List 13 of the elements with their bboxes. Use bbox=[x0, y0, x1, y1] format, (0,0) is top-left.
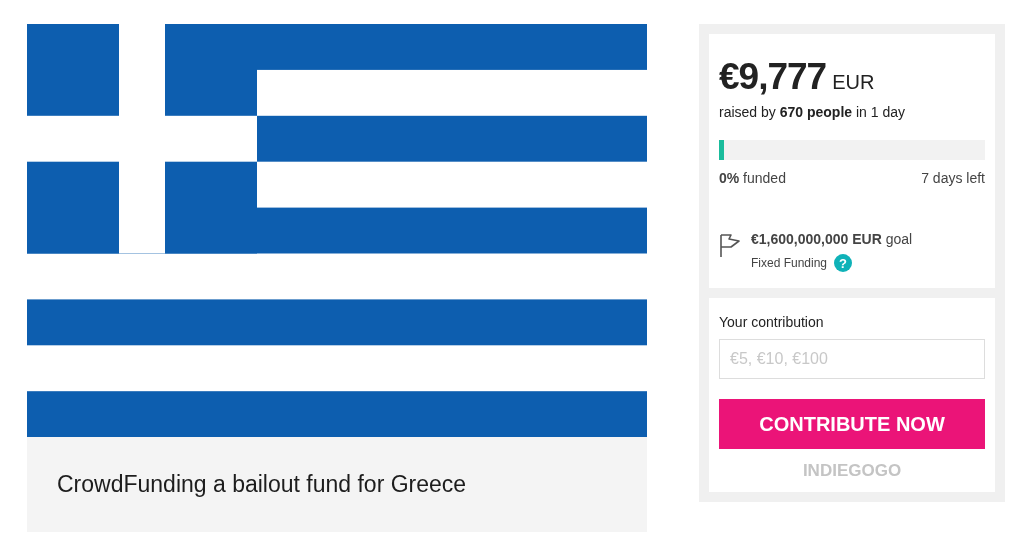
funded-percent: 0% funded bbox=[719, 170, 786, 186]
contribute-button[interactable]: CONTRIBUTE NOW bbox=[719, 399, 985, 449]
brand-logo: INDIEGOGO bbox=[802, 461, 902, 481]
campaign-title: CrowdFunding a bailout fund for Greece bbox=[57, 471, 467, 498]
contribution-label: Your contribution bbox=[719, 314, 825, 330]
currency-label: EUR bbox=[832, 71, 875, 94]
raised-amount: €9,777 bbox=[719, 56, 827, 98]
help-icon[interactable]: ? bbox=[834, 254, 853, 272]
days-left: 7 days left bbox=[921, 170, 985, 186]
funding-type: Fixed Funding bbox=[751, 256, 828, 270]
flag-icon bbox=[719, 232, 741, 258]
goal-text: €1,600,000,000 EUR goal bbox=[751, 231, 913, 247]
raised-text: raised by 670 people in 1 day bbox=[719, 104, 906, 120]
